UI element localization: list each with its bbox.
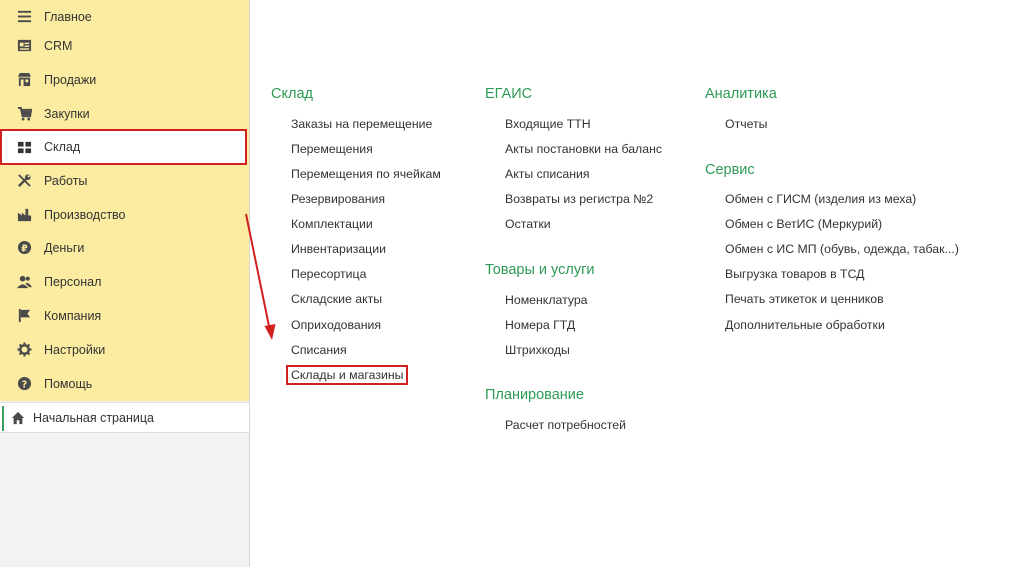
sidebar-item-company[interactable]: Компания	[0, 299, 249, 332]
section-title-warehouse: Склад	[271, 86, 313, 102]
sidebar-home-item[interactable]: Начальная страница	[0, 402, 249, 433]
svg-text:₽: ₽	[21, 243, 28, 254]
crm-card-icon	[16, 38, 32, 54]
sidebar-item-label: Закупки	[44, 106, 90, 121]
sidebar-item-label: Компания	[44, 308, 102, 323]
warehouse-grid-icon	[16, 139, 32, 155]
sidebar-item-production[interactable]: Производство	[0, 198, 249, 231]
home-icon	[11, 411, 25, 425]
factory-icon	[16, 207, 32, 223]
sidebar: Главное CRM Продажи Закупки Склад Работы…	[0, 0, 250, 567]
flag-icon	[16, 308, 32, 324]
sidebar-item-label: Главное	[44, 9, 92, 24]
link-nomenclature[interactable]: Номенклатура	[505, 293, 588, 307]
sidebar-item-warehouse[interactable]: Склад	[0, 129, 247, 165]
link-remains[interactable]: Остатки	[505, 217, 551, 231]
sidebar-item-label: Помощь	[44, 376, 93, 391]
sidebar-item-label: Персонал	[44, 274, 102, 289]
sidebar-item-label: CRM	[44, 38, 73, 53]
link-incoming-ttn[interactable]: Входящие ТТН	[505, 117, 591, 131]
sidebar-item-personnel[interactable]: Персонал	[0, 265, 249, 298]
sidebar-item-label: Склад	[44, 140, 81, 154]
home-label: Начальная страница	[33, 410, 154, 425]
link-reports[interactable]: Отчеты	[725, 117, 768, 131]
sidebar-item-settings[interactable]: Настройки	[0, 333, 249, 366]
active-accent-bar	[2, 406, 4, 431]
link-warehouses-and-stores[interactable]: Склады и магазины	[286, 365, 409, 385]
link-barcodes[interactable]: Штрихкоды	[505, 343, 570, 357]
link-write-offs[interactable]: Списания	[291, 343, 347, 357]
link-regrading[interactable]: Пересортица	[291, 267, 366, 281]
shop-icon	[16, 72, 32, 88]
sidebar-item-works[interactable]: Работы	[0, 164, 249, 197]
link-vetis-exchange[interactable]: Обмен с ВетИС (Меркурий)	[725, 217, 882, 231]
link-additional-processing[interactable]: Дополнительные обработки	[725, 318, 885, 332]
section-title-goods: Товары и услуги	[485, 262, 595, 278]
link-kitting[interactable]: Комплектации	[291, 217, 373, 231]
sidebar-item-label: Производство	[44, 207, 126, 222]
svg-text:?: ?	[21, 379, 26, 390]
link-inventories[interactable]: Инвентаризации	[291, 242, 386, 256]
money-icon: ₽	[16, 240, 32, 256]
sidebar-item-crm[interactable]: CRM	[0, 29, 249, 62]
cart-icon	[16, 106, 32, 122]
help-icon: ?	[16, 376, 32, 392]
sidebar-item-money[interactable]: ₽ Деньги	[0, 231, 249, 264]
sidebar-item-label: Продажи	[44, 72, 97, 87]
section-title-egais: ЕГАИС	[485, 86, 533, 102]
link-receipts[interactable]: Оприходования	[291, 318, 381, 332]
people-icon	[16, 274, 32, 290]
section-title-analytics: Аналитика	[705, 86, 777, 102]
link-needs-calculation[interactable]: Расчет потребностей	[505, 418, 626, 432]
link-label-printing[interactable]: Печать этикеток и ценников	[725, 292, 884, 306]
sidebar-item-label: Настройки	[44, 342, 106, 357]
link-cell-transfers[interactable]: Перемещения по ячейкам	[291, 167, 441, 181]
menu-icon	[16, 9, 32, 25]
section-title-planning: Планирование	[485, 387, 584, 403]
link-gism-exchange[interactable]: Обмен с ГИСМ (изделия из меха)	[725, 192, 916, 206]
link-reservations[interactable]: Резервирования	[291, 192, 385, 206]
link-ismp-exchange[interactable]: Обмен с ИС МП (обувь, одежда, табак...)	[725, 242, 959, 256]
link-tsd-export[interactable]: Выгрузка товаров в ТСД	[725, 267, 865, 281]
link-transfers[interactable]: Перемещения	[291, 142, 373, 156]
link-balance-acts[interactable]: Акты постановки на баланс	[505, 142, 662, 156]
sidebar-item-label: Деньги	[44, 240, 85, 255]
sidebar-item-purchases[interactable]: Закупки	[0, 97, 249, 130]
link-transfer-orders[interactable]: Заказы на перемещение	[291, 117, 432, 131]
sidebar-nav: Главное CRM Продажи Закупки Склад Работы…	[0, 0, 249, 401]
section-title-service: Сервис	[705, 162, 755, 178]
sidebar-item-sales[interactable]: Продажи	[0, 63, 249, 96]
tools-icon	[16, 173, 32, 189]
link-gtd-numbers[interactable]: Номера ГТД	[505, 318, 575, 332]
sidebar-item-label: Работы	[44, 173, 88, 188]
link-write-off-acts[interactable]: Акты списания	[505, 167, 590, 181]
sidebar-item-help[interactable]: ? Помощь	[0, 367, 249, 400]
link-warehouse-acts[interactable]: Складские акты	[291, 292, 382, 306]
link-register-returns[interactable]: Возвраты из регистра №2	[505, 192, 653, 206]
gear-icon	[16, 342, 32, 358]
